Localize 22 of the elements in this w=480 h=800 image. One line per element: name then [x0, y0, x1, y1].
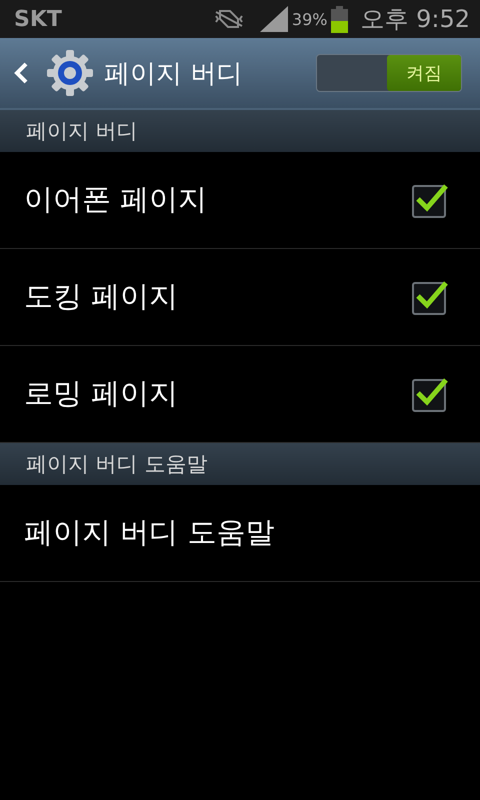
back-icon[interactable] [14, 62, 28, 84]
switch-label: 켜짐 [387, 55, 461, 91]
toggle-switch[interactable]: 켜짐 [316, 54, 462, 92]
setting-label: 로밍 페이지 [24, 375, 178, 412]
screen-title: 페이지 버디 [104, 58, 244, 90]
checkbox[interactable] [412, 376, 448, 412]
setting-label: 도킹 페이지 [24, 278, 178, 315]
setting-row[interactable]: 페이지 버디 도움말 [0, 485, 480, 582]
carrier-name: SKT [14, 6, 62, 32]
checkbox[interactable] [412, 279, 448, 315]
setting-row[interactable]: 도킹 페이지 [0, 249, 480, 346]
setting-label: 페이지 버디 도움말 [24, 514, 274, 551]
setting-label: 이어폰 페이지 [24, 181, 208, 218]
checkbox[interactable] [412, 182, 448, 218]
battery-percent: 39% [292, 10, 328, 28]
section-header: 페이지 버디 [0, 110, 480, 152]
signal-icon [260, 6, 288, 32]
gear-icon [46, 49, 94, 97]
battery-icon [331, 6, 348, 32]
clock: 오후 9:52 [360, 4, 470, 35]
setting-row[interactable]: 이어폰 페이지 [0, 152, 480, 249]
section-header: 페이지 버디 도움말 [0, 443, 480, 485]
